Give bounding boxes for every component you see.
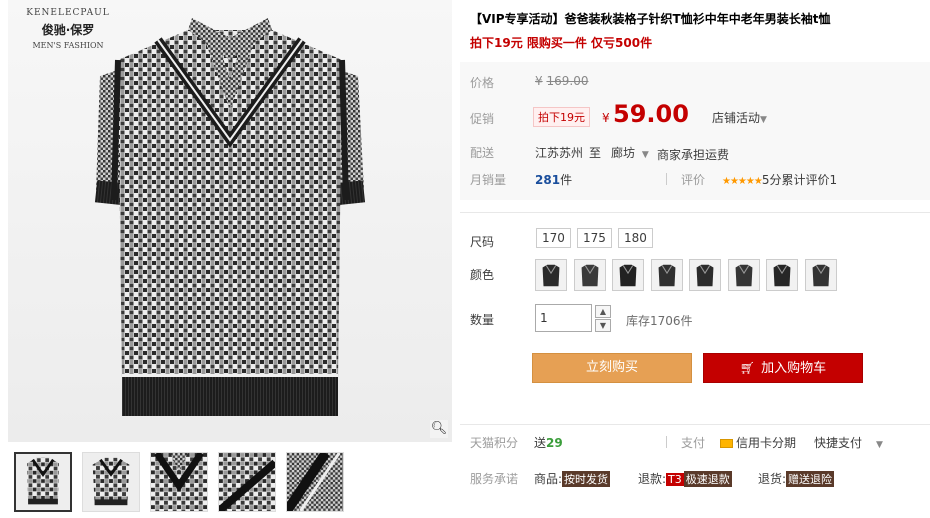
buy-now-button[interactable]: 立刻购买 [532, 353, 692, 383]
service-goods[interactable]: 商品: 按时发货 [534, 470, 611, 487]
product-subtitle: 拍下19元 限购买一件 仅亏500件 [470, 36, 653, 50]
section-divider [460, 424, 930, 425]
points-label: 天猫积分 [470, 436, 519, 450]
shop-activity-label: 店铺活动 [712, 111, 761, 125]
color-option[interactable] [804, 259, 837, 291]
thumbnail-fabric[interactable] [218, 452, 276, 512]
color-option[interactable] [612, 259, 644, 291]
thumbnail-fabric-detail[interactable] [286, 452, 344, 512]
quick-pay-dropdown[interactable]: 快捷支付 ▼ [814, 434, 883, 451]
credit-card-label: 信用卡分期 [736, 436, 797, 450]
color-option[interactable] [535, 259, 567, 291]
points-prefix: 送 [534, 436, 547, 450]
buy-now-label: 立刻购买 [585, 360, 638, 375]
brand-arc-text: KENELECPAUL [26, 8, 110, 18]
on-time-delivery-badge: 按时发货 [562, 471, 611, 487]
monthly-sales-count: 281 [535, 173, 561, 187]
ship-from: 江苏苏州 [535, 146, 584, 160]
review-label: 评价 [681, 173, 706, 187]
product-page: KENELECPAUL 俊驰·保罗 MEN'S FASHION 🔍︎ 【VIP专… [0, 0, 930, 518]
points-number: 29 [546, 436, 563, 450]
ship-to-city: 廊坊 [611, 146, 636, 160]
quantity-increase-button[interactable]: ▲ [595, 305, 611, 318]
color-option[interactable] [766, 259, 798, 291]
size-option-175[interactable]: 175 [577, 228, 612, 248]
thumbnail-front[interactable] [14, 452, 72, 512]
divider [666, 173, 667, 185]
points-value: 送29 [534, 434, 563, 451]
color-option[interactable] [727, 259, 760, 291]
chevron-down-icon: ▼ [760, 115, 767, 125]
service-return[interactable]: 退货: 赠送退险 [758, 470, 835, 487]
ship-to-dropdown[interactable]: 廊坊 ▼ [611, 144, 649, 161]
service-refund[interactable]: 退款: T3 极速退款 [638, 470, 732, 487]
shirt-illustration [94, 18, 366, 416]
size-option-180[interactable]: 180 [618, 228, 653, 248]
thumbnail-strip [8, 446, 452, 518]
quick-pay-label: 快捷支付 [814, 436, 863, 450]
original-price: ¥ 169.00 [535, 74, 588, 88]
review-rating[interactable]: ★★★★★5分累计评价1 [722, 171, 837, 188]
color-label: 颜色 [470, 268, 495, 282]
monthly-sales-unit: 件 [560, 173, 573, 187]
current-currency: ¥ [602, 111, 610, 125]
goods-label: 商品: [534, 472, 563, 486]
credit-card-installment[interactable]: 信用卡分期 [720, 434, 796, 451]
add-to-cart-button[interactable]: 🛒︎ 加入购物车 [703, 353, 863, 383]
color-option[interactable] [689, 259, 721, 291]
stock-count: 库存1706件 [626, 314, 693, 328]
original-price-value: 169.00 [546, 74, 589, 88]
service-label: 服务承诺 [470, 472, 519, 486]
currency-symbol: ¥ [535, 74, 543, 88]
product-title: 【VIP专享活动】爸爸装秋装格子针织T恤衫中年中老年男装长袖t恤 [470, 12, 831, 26]
product-info-panel: 【VIP专享活动】爸爸装秋装格子针织T恤衫中年中老年男装长袖t恤 拍下19元 限… [460, 0, 930, 518]
shipping-label: 配送 [470, 146, 495, 160]
chevron-down-icon: ▼ [876, 440, 883, 450]
refund-label: 退款: [638, 472, 667, 486]
shop-activity-dropdown[interactable]: 店铺活动▼ [712, 109, 767, 126]
color-option[interactable] [573, 259, 606, 291]
size-label: 尺码 [470, 235, 495, 249]
return-insurance-badge: 赠送退险 [786, 471, 835, 487]
credit-card-icon [720, 439, 733, 448]
brand-cn-text: 俊驰·保罗 [41, 23, 95, 37]
payment-label: 支付 [681, 436, 706, 450]
promo-label: 促销 [470, 112, 495, 126]
monthly-sales: 281件 [535, 171, 572, 188]
fast-refund-badge: 极速退款 [683, 471, 732, 487]
ship-to-word: 至 [589, 146, 602, 160]
monthly-sales-label: 月销量 [470, 173, 507, 187]
chevron-down-icon: ▼ [641, 150, 649, 160]
size-option-170[interactable]: 170 [536, 228, 571, 248]
rating-text: 5分累计评价1 [761, 173, 838, 187]
brand-logo: KENELECPAUL 俊驰·保罗 MEN'S FASHION [22, 8, 114, 50]
quantity-decrease-button[interactable]: ▼ [595, 319, 611, 332]
section-divider [460, 212, 930, 213]
thumbnail-front-alt[interactable] [82, 452, 140, 512]
price-area: 价格 ¥ 169.00 促销 拍下19元 ¥ 59.00 店铺活动▼ 配送 江苏… [460, 62, 930, 200]
return-label: 退货: [758, 472, 787, 486]
quantity-label: 数量 [470, 313, 495, 327]
price-label: 价格 [470, 76, 495, 90]
color-option[interactable] [650, 259, 683, 291]
main-product-image[interactable]: KENELECPAUL 俊驰·保罗 MEN'S FASHION 🔍︎ [8, 0, 452, 442]
add-to-cart-label: 加入购物车 [761, 361, 827, 376]
shipping-fee-note: 商家承担运费 [657, 148, 730, 162]
t3-badge: T3 [666, 473, 684, 486]
brand-en-text: MEN'S FASHION [32, 41, 104, 50]
thumbnail-collar[interactable] [150, 452, 208, 512]
star-rating-icon: ★★★★★ [722, 176, 763, 187]
divider [666, 436, 667, 448]
promo-tag: 拍下19元 [533, 107, 590, 127]
quantity-input[interactable] [535, 304, 592, 332]
magnifier-icon[interactable]: 🔍︎ [430, 420, 448, 438]
cart-icon: 🛒︎ [739, 361, 756, 375]
current-price: 59.00 [613, 100, 689, 128]
